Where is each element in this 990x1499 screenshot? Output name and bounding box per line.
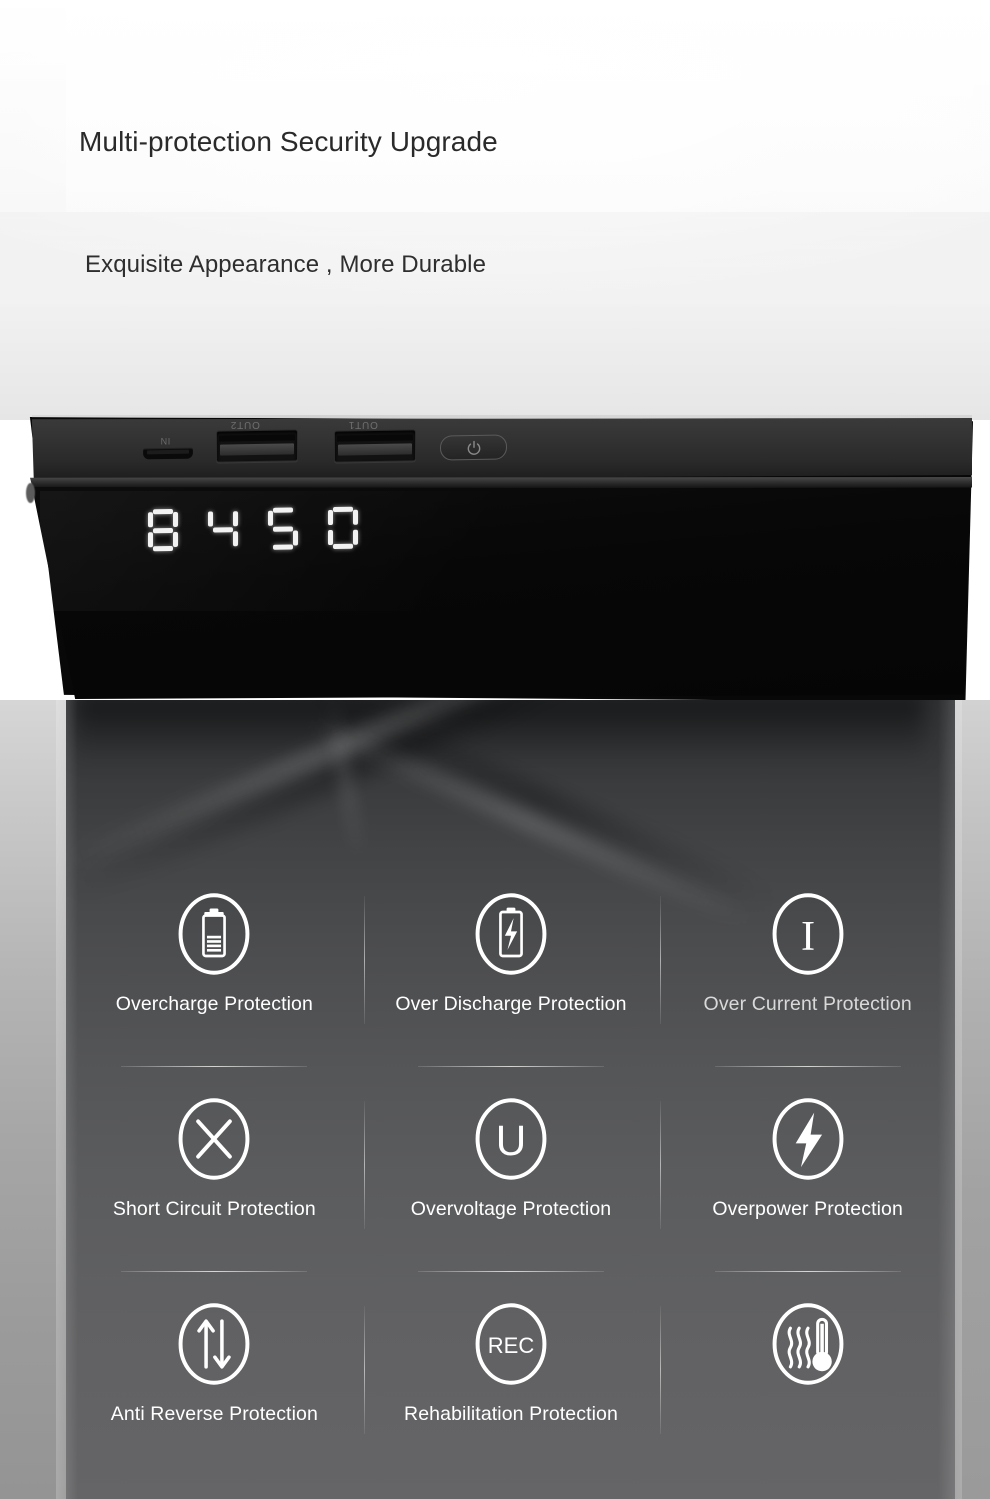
feature-cell-anti-reverse: Anti Reverse Protection (66, 1290, 365, 1495)
product-image: IN OUT2 OUT1 (0, 395, 990, 725)
led-segment-d (333, 543, 353, 550)
header-vignette (0, 0, 990, 420)
header-section: Multi-protection Security Upgrade Exquis… (0, 0, 990, 420)
led-segment-b (233, 511, 238, 527)
port-in-label: IN (160, 436, 171, 446)
port-out1-label: OUT1 (348, 419, 378, 430)
port-row: IN OUT2 OUT1 (0, 395, 990, 485)
side-button-nub (26, 483, 35, 503)
up-down-arrows-icon (178, 1303, 250, 1385)
led-digit (148, 508, 178, 552)
cross-x-icon (178, 1098, 250, 1180)
feature-underline (121, 1066, 308, 1067)
feature-cell-over-current: I Over Current Protection (659, 880, 956, 1085)
feature-cell-overpower: Overpower Protection (659, 1085, 956, 1290)
feature-label-overpower: Overpower Protection (712, 1198, 903, 1220)
up-down-arrows-icon-wrap (168, 1298, 260, 1390)
cross-x-icon-wrap (168, 1093, 260, 1185)
led-segment-c (233, 531, 238, 547)
rec-icon: REC (475, 1303, 547, 1385)
lightning-bolt-icon-wrap (762, 1093, 854, 1185)
led-segment-c (293, 530, 298, 546)
feature-cell-short-circuit: Short Circuit Protection (66, 1085, 365, 1290)
feature-label-rehabilitation: Rehabilitation Protection (404, 1403, 618, 1425)
battery-bolt-icon (475, 893, 547, 975)
usb-output-port-1[interactable] (334, 429, 416, 463)
svg-text:REC: REC (488, 1333, 535, 1358)
led-segment-d (153, 545, 173, 552)
battery-full-icon (178, 893, 250, 975)
feature-underline (417, 1271, 604, 1272)
led-segment-a (333, 506, 353, 513)
svg-text:U: U (496, 1117, 527, 1164)
feature-label-anti-reverse: Anti Reverse Protection (110, 1403, 318, 1425)
led-segment-f (208, 511, 213, 527)
svg-text:I: I (801, 913, 815, 960)
port-out2-label: OUT2 (230, 419, 260, 430)
usb-port-lip (337, 434, 413, 442)
thermometer-heat-icon-wrap (762, 1298, 854, 1390)
letter-u-icon: U (475, 1098, 547, 1180)
thermometer-heat-icon (772, 1303, 844, 1385)
feature-cell-overvoltage: U Overvoltage Protection (363, 1085, 662, 1290)
letter-i-icon: I (772, 893, 844, 975)
feature-label-overcharge: Overcharge Protection (115, 993, 313, 1015)
feature-cell-rehabilitation: REC Rehabilitation Protection (363, 1290, 662, 1495)
usb-output-port-2[interactable] (216, 429, 298, 463)
led-segment-c (173, 531, 178, 547)
feature-label-short-circuit: Short Circuit Protection (112, 1198, 316, 1220)
lightning-bolt-icon (772, 1098, 844, 1180)
micro-usb-input-port[interactable] (143, 447, 193, 460)
power-icon (467, 440, 480, 455)
led-segment-c (353, 529, 358, 545)
protection-feature-grid: Overcharge Protection Over Discharge Prot… (66, 880, 956, 1495)
feature-cell-over-temperature (659, 1290, 956, 1495)
battery-full-icon-wrap (168, 888, 260, 980)
led-segment-a (153, 508, 173, 515)
led-segment-d (273, 544, 293, 550)
led-digit (208, 508, 238, 550)
usb-port-tongue (338, 443, 412, 456)
led-digit (328, 506, 358, 550)
letter-u-icon-wrap: U (465, 1093, 557, 1185)
feature-underline (417, 1066, 604, 1067)
product-feature-page: Multi-protection Security Upgrade Exquis… (0, 0, 990, 1499)
feature-label-over-current: Over Current Protection (703, 993, 912, 1015)
page-subtitle: Exquisite Appearance , More Durable (85, 251, 487, 278)
page-title: Multi-protection Security Upgrade (79, 126, 498, 157)
led-segment-a (273, 507, 293, 513)
feature-cell-over-discharge: Over Discharge Protection (363, 880, 662, 1085)
led-digit (268, 507, 298, 550)
feature-label-overvoltage: Overvoltage Protection (410, 1198, 612, 1220)
feature-underline (121, 1271, 308, 1272)
led-segment-g (273, 526, 293, 532)
feature-label-over-discharge: Over Discharge Protection (395, 993, 627, 1015)
led-segment-g (213, 526, 233, 532)
led-segment-b (173, 511, 178, 527)
led-segment-f (268, 510, 273, 526)
led-segment-g (153, 527, 173, 533)
led-capacity-display (148, 506, 358, 552)
usb-port-tongue (220, 443, 294, 456)
feature-underline (714, 1271, 901, 1272)
power-button[interactable] (440, 434, 507, 461)
usb-port-lip (219, 434, 295, 442)
battery-bolt-icon-wrap (465, 888, 557, 980)
feature-cell-overcharge: Overcharge Protection (66, 880, 365, 1085)
led-segment-e (328, 530, 333, 546)
letter-i-icon-wrap: I (762, 888, 854, 980)
led-segment-b (353, 509, 358, 525)
feature-underline (714, 1066, 901, 1067)
rec-icon-wrap: REC (465, 1298, 557, 1390)
led-segment-e (148, 532, 153, 548)
led-segment-f (328, 510, 333, 526)
led-segment-f (148, 512, 153, 528)
